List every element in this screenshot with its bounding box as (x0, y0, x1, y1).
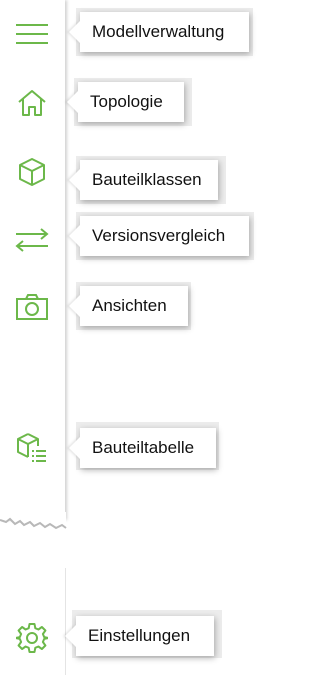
tooltip-label: Bauteilklassen (92, 170, 202, 189)
tooltip-topologie: Topologie (78, 82, 184, 122)
swap-arrows-icon[interactable] (12, 222, 52, 258)
cube-icon[interactable] (12, 154, 52, 190)
camera-icon[interactable] (12, 289, 52, 325)
menu-icon[interactable] (12, 16, 52, 52)
torn-edge-divider (0, 512, 67, 530)
tooltip-bauteiltabelle: Bauteiltabelle (80, 428, 216, 468)
gear-icon[interactable] (12, 620, 52, 656)
tooltip-ansichten: Ansichten (80, 286, 188, 326)
tooltip-label: Ansichten (92, 296, 167, 315)
tooltip-bauteilklassen: Bauteilklassen (80, 160, 218, 200)
tooltip-versionsvergleich: Versionsvergleich (80, 216, 249, 256)
cube-table-icon[interactable] (12, 430, 52, 466)
home-icon[interactable] (12, 85, 52, 121)
tooltip-label: Topologie (90, 92, 163, 111)
tooltip-label: Einstellungen (88, 626, 191, 645)
tooltip-modellverwaltung: Modellverwaltung (80, 12, 249, 52)
tooltip-label: Modellverwaltung (92, 22, 225, 41)
tooltip-einstellungen: Einstellungen (76, 616, 214, 656)
tooltip-label: Versionsvergleich (92, 226, 226, 245)
sidebar (0, 0, 67, 675)
tooltip-label: Bauteiltabelle (92, 438, 195, 457)
